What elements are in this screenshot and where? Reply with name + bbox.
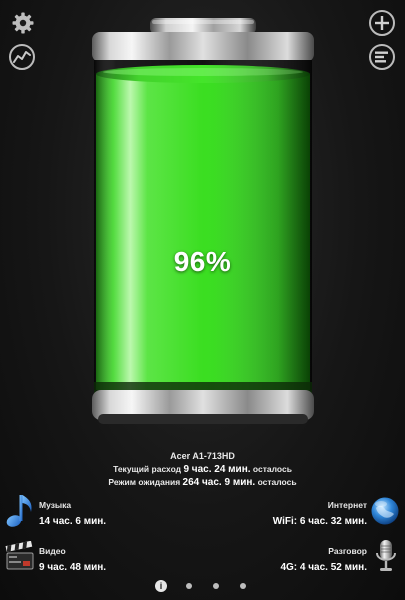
plus-icon — [374, 15, 390, 31]
stat-music-value: 14 час. 6 мин. — [39, 516, 107, 527]
standby-value: 264 час. 9 мин. — [182, 477, 256, 488]
gear-icon — [11, 11, 35, 35]
stat-video-value: 9 час. 48 мин. — [39, 562, 107, 573]
stat-video[interactable]: Видео 9 час. 48 мин. — [39, 546, 106, 573]
current-usage-line: Текущий расход 9 час. 24 мин. осталось — [0, 464, 405, 475]
page-dot-3[interactable] — [213, 583, 219, 589]
graph-button[interactable] — [9, 44, 35, 70]
page-dot-info[interactable]: i — [155, 580, 167, 592]
stat-video-label: Видео — [39, 546, 66, 556]
stat-internet-value: WiFi: 6 час. 32 мин. — [272, 516, 367, 527]
stat-music[interactable]: Музыка 14 час. 6 мин. — [39, 500, 106, 527]
device-name: Acer A1-713HD — [170, 451, 235, 461]
stat-talk-value: 4G: 4 час. 52 мин. — [280, 562, 367, 573]
standby-prefix: Режим ожидания — [108, 477, 181, 487]
stat-internet[interactable]: Интернет WiFi: 6 час. 32 мин. — [273, 500, 367, 527]
graph-line-icon — [13, 50, 31, 64]
standby-suffix: осталось — [257, 477, 297, 487]
standby-line: Режим ожидания 264 час. 9 мин. осталось — [0, 477, 405, 488]
settings-button[interactable] — [10, 10, 36, 36]
stat-talk-label: Разговор — [328, 546, 367, 556]
page-dot-4[interactable] — [240, 583, 246, 589]
music-note-icon — [5, 492, 35, 533]
current-usage-value: 9 час. 24 мин. — [183, 464, 251, 475]
stat-talk[interactable]: Разговор 4G: 4 час. 52 мин. — [280, 546, 367, 573]
battery-percent-label: 96% — [173, 246, 232, 277]
stat-internet-label: Интернет — [327, 500, 367, 510]
globe-icon — [370, 496, 400, 531]
battery-graphic — [92, 18, 314, 424]
clapperboard-icon — [5, 540, 35, 576]
current-usage-prefix: Текущий расход — [113, 464, 182, 474]
page-dot-2[interactable] — [186, 583, 192, 589]
page-indicator: i — [0, 580, 405, 592]
current-usage-suffix: осталось — [252, 464, 292, 474]
add-button[interactable] — [369, 10, 395, 36]
list-icon — [374, 50, 390, 64]
stat-music-label: Музыка — [39, 500, 72, 510]
list-button[interactable] — [369, 44, 395, 70]
microphone-icon — [373, 538, 399, 579]
